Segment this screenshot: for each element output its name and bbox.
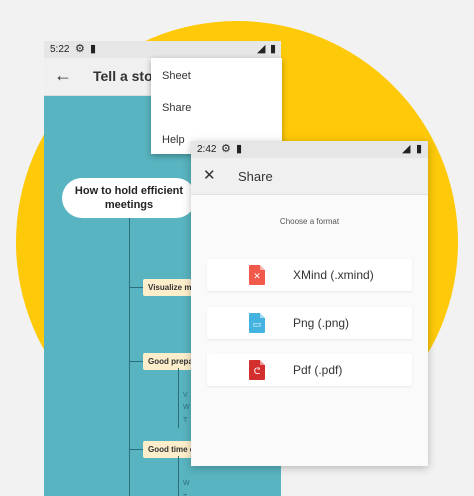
menu-item-help[interactable]: Help xyxy=(162,134,185,146)
app-bar: ✕ Share xyxy=(191,158,428,195)
page-title: Share xyxy=(238,169,273,184)
mindmap-subtopic: V xyxy=(183,392,188,399)
format-option-pdf[interactable]: ᕦ Pdf (.pdf) xyxy=(207,354,412,386)
mindmap-root-topic[interactable]: How to hold efficient meetings xyxy=(62,178,196,218)
connector-line xyxy=(178,368,179,428)
menu-item-share[interactable]: Share xyxy=(162,102,191,114)
connector-line xyxy=(178,456,179,496)
xmind-file-icon: ✕ xyxy=(249,265,265,285)
format-label: XMind (.xmind) xyxy=(293,268,374,282)
signal-icon: ◢ xyxy=(257,43,266,55)
status-time: 2:42 xyxy=(197,144,217,155)
pdf-file-icon: ᕦ xyxy=(249,360,265,380)
signal-icon: ◢ xyxy=(402,143,411,155)
mindmap-subtopic: W xyxy=(183,480,190,487)
png-file-icon: ▭ xyxy=(249,313,265,333)
mindmap-subtopic: W xyxy=(183,404,190,411)
format-label: Pdf (.pdf) xyxy=(293,363,343,377)
settings-icon: ⚙ xyxy=(75,43,85,55)
format-label: Png (.png) xyxy=(293,316,350,330)
battery-icon: ▮ xyxy=(270,43,277,55)
arrow-left-icon[interactable]: ← xyxy=(54,65,72,86)
choose-format-label: Choose a format xyxy=(279,217,340,226)
connector-line xyxy=(129,361,143,362)
front-phone-screen: 2:42 ⚙ ▮ ◢ ▮ ✕ Share Choose a format ✕ X… xyxy=(191,141,428,466)
sd-card-icon: ▮ xyxy=(236,143,243,155)
overflow-menu: Sheet Share Help xyxy=(151,58,282,154)
status-bar: 2:42 ⚙ ▮ ◢ ▮ xyxy=(191,141,428,158)
mindmap-subtopic: T xyxy=(183,417,188,424)
format-option-xmind[interactable]: ✕ XMind (.xmind) xyxy=(207,259,412,291)
settings-icon: ⚙ xyxy=(221,143,231,155)
sd-card-icon: ▮ xyxy=(90,43,97,55)
connector-line xyxy=(129,287,143,288)
status-time: 5:22 xyxy=(50,44,70,55)
menu-item-sheet[interactable]: Sheet xyxy=(162,70,191,82)
close-icon[interactable]: ✕ xyxy=(203,166,216,184)
status-bar: 5:22 ⚙ ▮ ◢ ▮ xyxy=(44,41,281,58)
format-option-png[interactable]: ▭ Png (.png) xyxy=(207,307,412,339)
battery-icon: ▮ xyxy=(416,143,423,155)
connector-line xyxy=(129,449,143,450)
connector-line xyxy=(129,213,130,496)
page-title: Tell a stor xyxy=(93,68,159,84)
